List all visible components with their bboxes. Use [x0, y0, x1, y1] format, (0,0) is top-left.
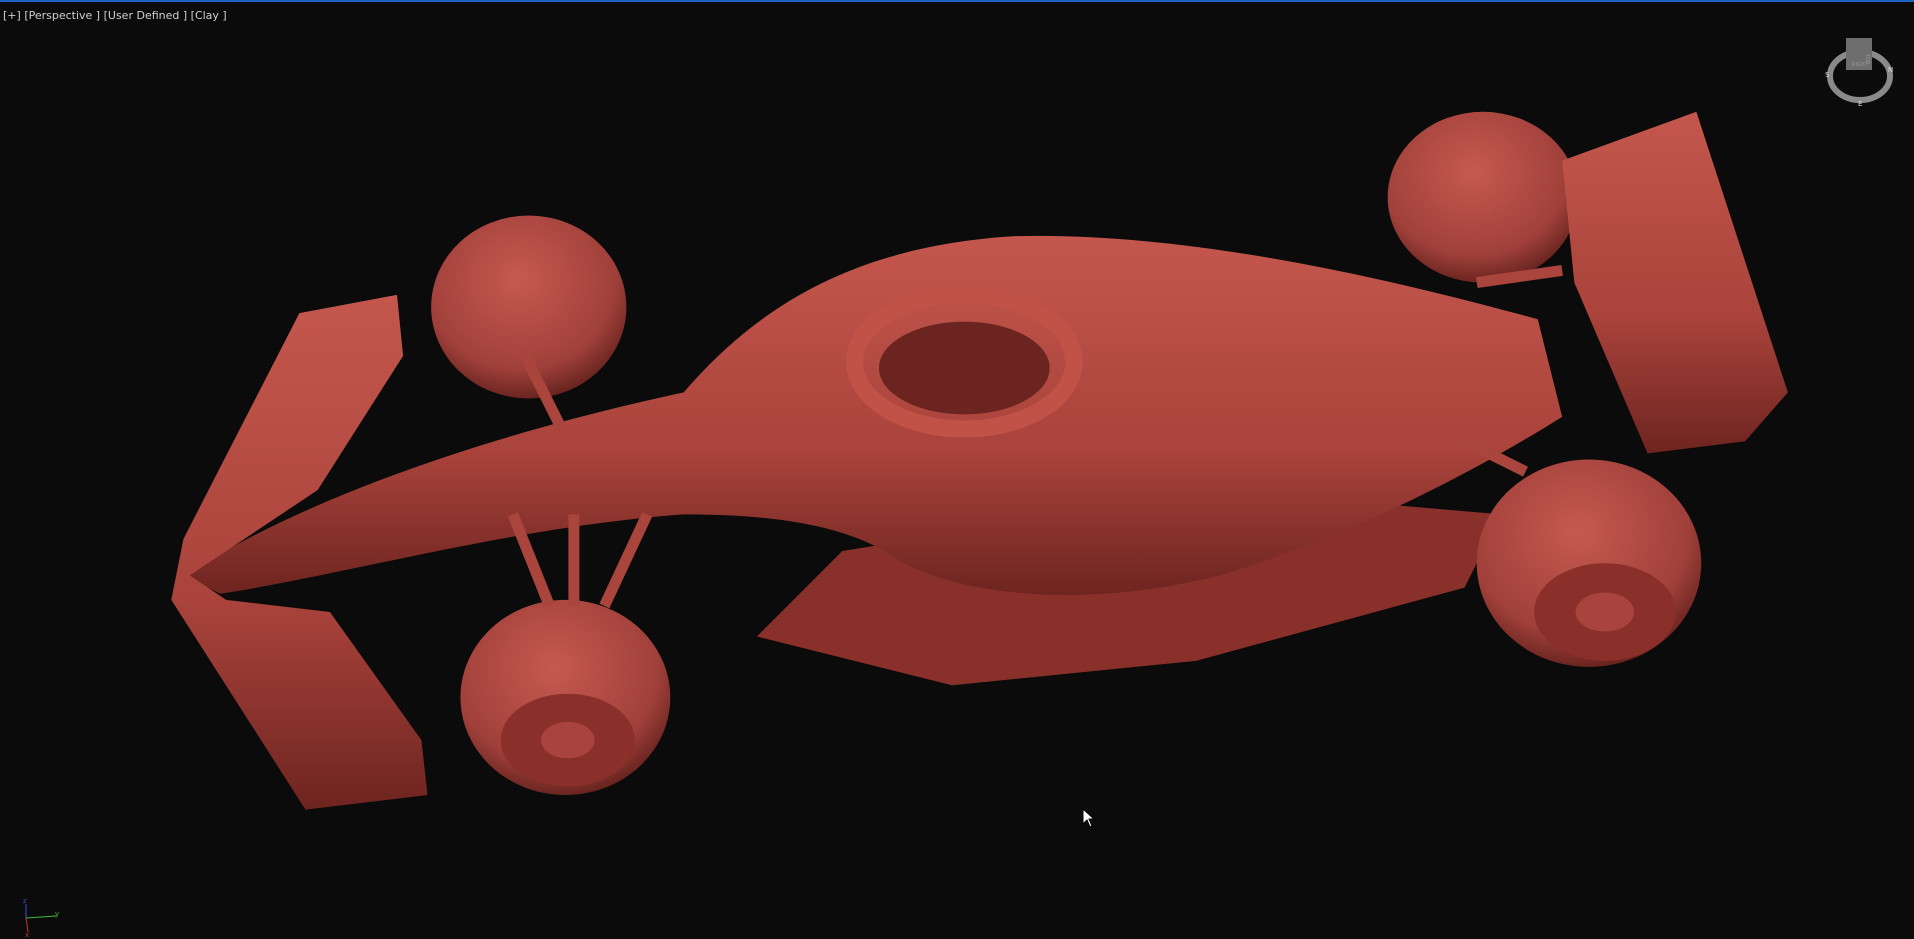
viewport-view-menu[interactable]: [Perspective ]: [24, 9, 100, 22]
viewport-label: [+] [Perspective ] [User Defined ] [Clay…: [3, 9, 227, 22]
front-right-wheel: [460, 599, 671, 796]
viewport-display-mode[interactable]: [Clay ]: [191, 9, 227, 22]
axis-y-label: y: [55, 910, 59, 918]
compass-south: S: [1825, 71, 1830, 79]
compass-east: E: [1858, 100, 1862, 108]
cockpit: [878, 321, 1050, 415]
mouse-cursor-icon: [1082, 808, 1096, 828]
f1-car-model[interactable]: [0, 2, 1914, 939]
axis-x-label: x: [25, 931, 29, 937]
perspective-viewport[interactable]: [+] [Perspective ] [User Defined ] [Clay…: [0, 0, 1914, 939]
viewcube-right-face[interactable]: RIGHT: [1852, 62, 1869, 68]
axis-z-label: z: [23, 897, 27, 905]
viewcube[interactable]: TOP RIGHT S N E: [1822, 32, 1898, 108]
compass-north: N: [1888, 66, 1893, 74]
rear-wing: [1562, 111, 1788, 454]
viewport-menu-plus[interactable]: [+]: [3, 9, 21, 22]
rear-left-wheel: [1387, 111, 1579, 283]
rear-right-wheel: [1476, 459, 1702, 667]
viewport-shading-preset[interactable]: [User Defined ]: [104, 9, 188, 22]
axis-gizmo: z y x: [23, 897, 59, 937]
